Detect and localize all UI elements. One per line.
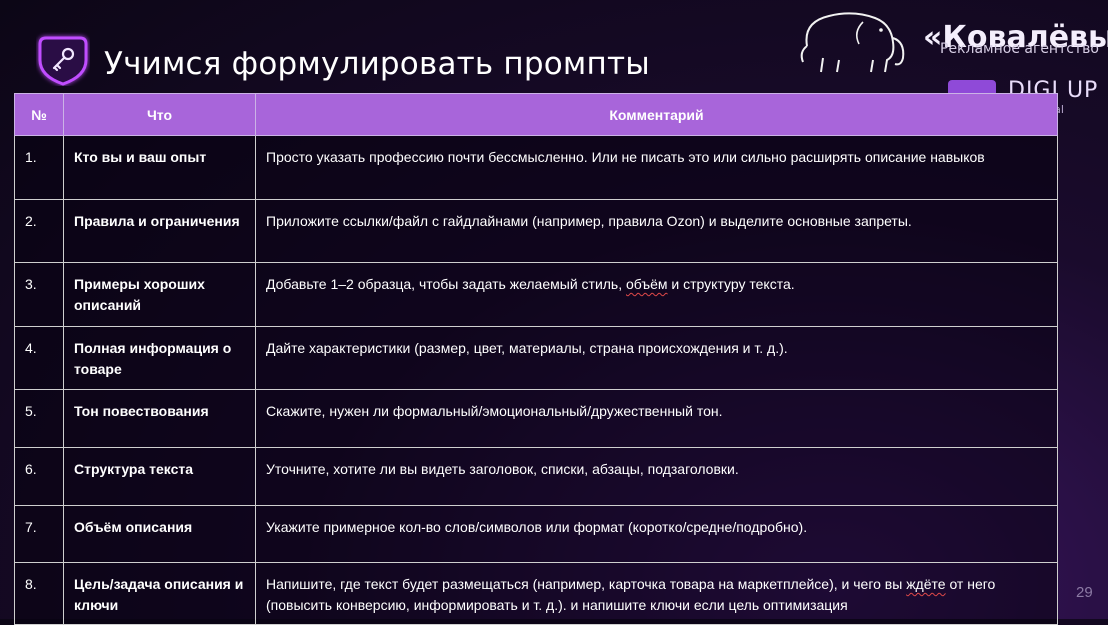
table-row: 4. Полная информация о товаре Дайте хара… [14, 326, 1058, 390]
table-row: 2. Правила и ограничения Приложите ссылк… [14, 199, 1058, 263]
header-what: Что [63, 93, 256, 136]
row-comment: Уточните, хотите ли вы видеть заголовок,… [255, 447, 1058, 506]
header-number: № [14, 93, 64, 136]
table-row: 8. Цель/задача описания и ключи Напишите… [14, 562, 1058, 625]
row-number: 2. [14, 199, 64, 263]
table-row: 5. Тон повествования Скажите, нужен ли ф… [14, 389, 1058, 448]
row-comment: Дайте характеристики (размер, цвет, мате… [255, 326, 1058, 390]
row-what: Структура текста [63, 447, 256, 506]
slide-number: 29 [1076, 584, 1093, 601]
row-what: Примеры хороших описаний [63, 262, 256, 327]
row-what: Правила и ограничения [63, 199, 256, 263]
table-row: 3. Примеры хороших описаний Добавьте 1–2… [14, 262, 1058, 327]
row-comment: Добавьте 1–2 образца, чтобы задать желае… [255, 262, 1058, 327]
comment-part: Добавьте 1–2 образца, чтобы задать желае… [266, 276, 627, 292]
brand-subtitle: Рекламное агентство [940, 41, 1099, 57]
row-what: Полная информация о товаре [63, 326, 256, 390]
row-number: 8. [14, 562, 64, 625]
page-title: Учимся формулировать промпты [104, 46, 650, 82]
table-row: 6. Структура текста Уточните, хотите ли … [14, 447, 1058, 506]
row-comment: Приложите ссылки/файл с гайдлайнами (нап… [255, 199, 1058, 263]
prompt-rules-table: № Что Комментарий 1. Кто вы и ваш опыт П… [14, 93, 1058, 625]
table-row: 1. Кто вы и ваш опыт Просто указать проф… [14, 135, 1058, 200]
row-comment: Скажите, нужен ли формальный/эмоциональн… [255, 389, 1058, 448]
row-what: Кто вы и ваш опыт [63, 135, 256, 200]
row-what: Объём описания [63, 505, 256, 563]
table-row: 7. Объём описания Укажите примерное кол-… [14, 505, 1058, 563]
comment-part: и структуру текста. [667, 276, 795, 292]
row-number: 7. [14, 505, 64, 563]
row-number: 5. [14, 389, 64, 448]
row-what: Тон повествования [63, 389, 256, 448]
table-header-row: № Что Комментарий [14, 93, 1058, 136]
row-number: 4. [14, 326, 64, 390]
row-number: 6. [14, 447, 64, 506]
elephant-logo-icon [800, 12, 905, 73]
key-badge-icon [38, 36, 88, 86]
row-number: 3. [14, 262, 64, 327]
row-comment: Напишите, где текст будет размещаться (н… [255, 562, 1058, 625]
row-what: Цель/задача описания и ключи [63, 562, 256, 625]
spellcheck-word: ждёте [906, 576, 946, 592]
header-comment: Комментарий [255, 93, 1058, 136]
comment-part: Напишите, где текст будет размещаться (н… [266, 576, 907, 592]
row-comment: Укажите примерное кол-во слов/символов и… [255, 505, 1058, 563]
spellcheck-word: объём [626, 276, 668, 292]
row-comment: Просто указать профессию почти бессмысле… [255, 135, 1058, 200]
row-number: 1. [14, 135, 64, 200]
